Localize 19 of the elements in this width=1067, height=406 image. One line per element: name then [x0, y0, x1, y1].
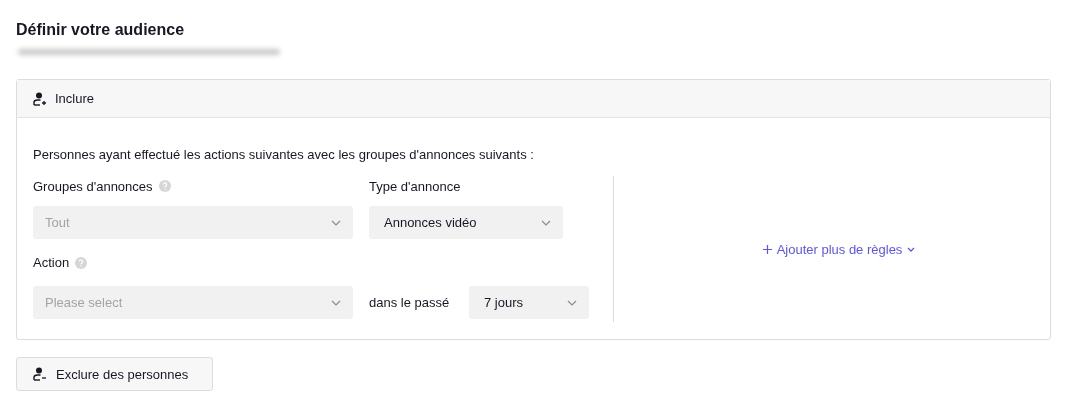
page-title: Définir votre audience	[16, 20, 186, 40]
period-select[interactable]: 7 jours	[469, 286, 589, 319]
period-label: dans le passé	[369, 295, 451, 310]
exclude-people-button[interactable]: Exclure des personnes	[16, 357, 213, 391]
add-rules-link[interactable]: Ajouter plus de règles	[762, 241, 916, 257]
chevron-down-icon	[331, 219, 341, 226]
ad-type-select[interactable]: Annonces vidéo	[369, 206, 563, 239]
person-remove-icon	[33, 367, 47, 381]
plus-icon	[762, 244, 772, 254]
chevron-down-icon	[567, 299, 577, 306]
chevron-down-icon	[907, 246, 916, 252]
header-label: Inclure	[55, 91, 95, 106]
field-label: Action	[33, 255, 70, 270]
field-label: Type d'annonce	[369, 178, 461, 194]
chevron-down-icon	[331, 299, 341, 306]
chevron-down-icon	[541, 219, 551, 226]
description-text: Personnes ayant effectué les actions suivantes avec les groupes d'annonces suivants :	[33, 147, 535, 163]
person-add-icon	[33, 91, 47, 106]
field-label: Groupes d'annonces	[33, 178, 153, 194]
